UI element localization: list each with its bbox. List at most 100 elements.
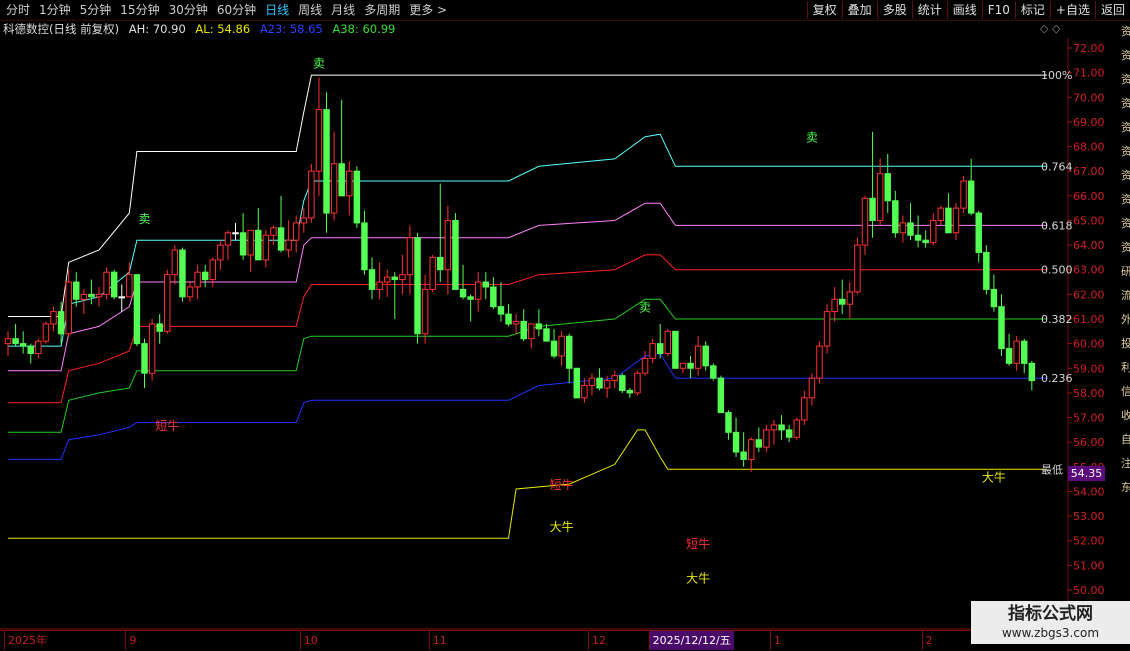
fib-level-line: [8, 352, 1047, 460]
period-tab[interactable]: 60分钟: [213, 0, 261, 20]
candle-body: [35, 340, 42, 354]
candle-body: [619, 375, 626, 391]
x-axis-label: 10: [299, 631, 318, 650]
x-axis-label: 11: [428, 631, 447, 650]
right-side-panel-strip[interactable]: 资资资资资资资资资资研流外投利信收自注东: [1121, 20, 1130, 630]
fib-level-line: [8, 298, 1047, 433]
period-tab[interactable]: 多周期: [360, 0, 405, 20]
period-tab[interactable]: 1分钟: [35, 0, 76, 20]
candle-body: [421, 288, 429, 335]
candle-body: [990, 288, 998, 308]
watermark-title: 指标公式网: [1008, 604, 1093, 624]
fib-level-label: 0.382: [1041, 313, 1073, 326]
candle-body: [967, 180, 975, 214]
candle-body: [50, 311, 57, 325]
y-tick-label: 70.00: [1073, 91, 1105, 104]
y-tick-label: 63.00: [1073, 264, 1105, 277]
signal-annotation: 卖: [313, 57, 325, 71]
tool-button[interactable]: +自选: [1049, 1, 1095, 19]
tool-button[interactable]: 返回: [1094, 1, 1130, 19]
signal-annotation: 短牛: [686, 536, 710, 551]
stock-name[interactable]: 科德数控(日线 前复权): [3, 22, 119, 36]
candle-body: [550, 340, 558, 357]
fib-level-line: [8, 429, 1047, 539]
candle-body: [126, 274, 133, 298]
period-tab[interactable]: 更多 >: [405, 0, 452, 20]
candle-body: [482, 281, 490, 288]
signal-annotation: 卖: [639, 301, 651, 315]
tool-button[interactable]: 叠加: [841, 1, 877, 19]
tool-button[interactable]: 统计: [911, 1, 947, 19]
candle-body: [520, 320, 527, 340]
tool-button[interactable]: 画线: [946, 1, 982, 19]
candle-body: [399, 274, 406, 281]
fib-level-label: 0.618: [1041, 219, 1073, 232]
y-tick-label: 51.00: [1073, 559, 1105, 572]
period-tab[interactable]: 15分钟: [116, 0, 164, 20]
y-tick-label: 71.00: [1073, 67, 1105, 80]
watermark: 指标公式网 www.zbgs3.com: [971, 601, 1130, 644]
y-tick-label: 65.00: [1073, 214, 1105, 227]
period-tab[interactable]: 日线: [261, 0, 294, 20]
candlestick-chart[interactable]: 72.00 71.00 70.00 69.00 68.00 67.00 66.00 65.00…: [0, 38, 1121, 630]
period-tab[interactable]: 周线: [294, 0, 327, 20]
tool-button[interactable]: F10: [981, 1, 1015, 19]
candle-body: [1021, 340, 1028, 364]
candle-body: [884, 173, 891, 202]
candle-body: [300, 217, 308, 224]
candle-body: [960, 180, 967, 209]
candle-body: [110, 271, 118, 298]
candle-body: [740, 451, 747, 460]
date-axis: 2025年 9 10 11 12 2025/12/12/五 1 2: [0, 630, 1130, 651]
y-tick-label: 58.00: [1073, 387, 1105, 400]
candle-body: [907, 222, 914, 236]
candle-body: [672, 330, 679, 369]
candle-body: [793, 419, 800, 438]
candle-body: [588, 377, 596, 387]
candle-body: [383, 276, 391, 283]
fib-level-line: [8, 133, 1047, 347]
candle-body: [626, 389, 634, 394]
x-axis-label: 2025年: [4, 631, 47, 650]
period-tab[interactable]: 月线: [327, 0, 360, 20]
period-tab[interactable]: 30分钟: [165, 0, 213, 20]
tool-button[interactable]: 复权: [806, 1, 842, 19]
candle-body: [57, 311, 65, 335]
candle-body: [368, 269, 376, 290]
candle-body: [497, 306, 505, 315]
fib-level-label: 0.236: [1041, 372, 1073, 385]
diamond-icons[interactable]: ◇ ◇: [1040, 22, 1060, 35]
candle-body: [816, 345, 823, 379]
x-axis-label: 12: [587, 631, 606, 650]
tool-button[interactable]: 多股: [876, 1, 912, 19]
candle-body: [19, 343, 27, 347]
candle-body: [262, 234, 270, 261]
x-axis-label: 2: [921, 631, 933, 650]
candle-body: [869, 197, 876, 221]
tool-button[interactable]: 标记: [1014, 1, 1050, 19]
x-axis-label: 2025/12/12/五: [648, 631, 734, 650]
candle-body: [1013, 340, 1020, 364]
indicator-a38: A38: 60.99: [332, 22, 396, 36]
candle-body: [414, 237, 421, 335]
candle-body: [429, 256, 436, 290]
period-tab[interactable]: 5分钟: [76, 0, 117, 20]
candle-body: [945, 207, 952, 234]
candle-body: [839, 298, 846, 305]
fib-level-label: 0.764: [1041, 160, 1073, 173]
candle-body: [763, 429, 770, 448]
candle-body: [118, 296, 125, 299]
candle-body: [876, 173, 884, 221]
signal-annotation: 卖: [139, 212, 151, 226]
candle-body: [292, 222, 300, 241]
candle-body: [95, 293, 103, 298]
candle-body: [747, 439, 755, 460]
y-tick-label: 67.00: [1073, 165, 1105, 178]
candle-body: [452, 219, 459, 290]
candle-body: [937, 207, 945, 221]
y-tick-label: 66.00: [1073, 190, 1105, 203]
candle-body: [346, 170, 353, 197]
period-tab[interactable]: 分时: [2, 0, 35, 20]
candle-body: [831, 298, 838, 313]
candle-body: [694, 345, 702, 369]
